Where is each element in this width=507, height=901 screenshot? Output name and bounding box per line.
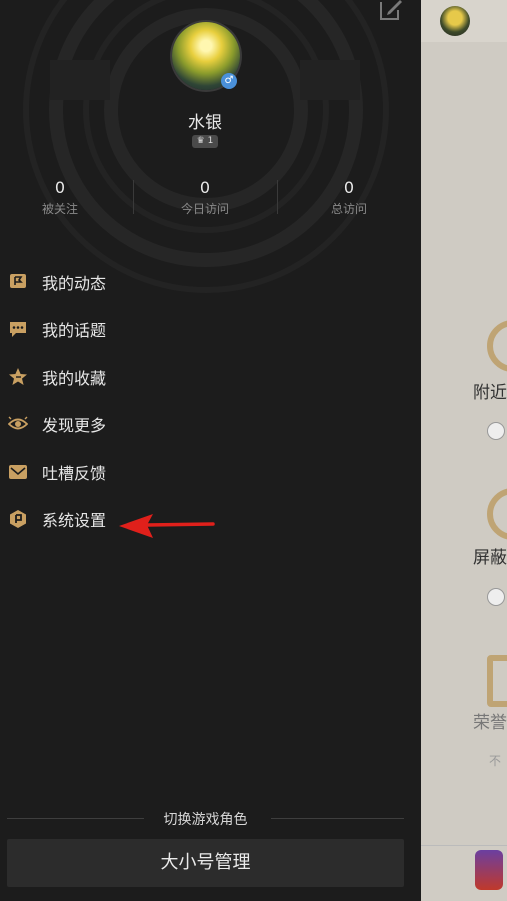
stat-total-visits-value: 0 [343,178,355,197]
background-avatar[interactable] [440,6,470,36]
menu-item-my-posts[interactable]: 我的动态 [0,258,421,306]
red-annotation-arrow-icon [119,514,215,538]
stat-today-visits[interactable]: 0 今日访问 [145,178,265,217]
level-badge: ♛ 1 [192,135,218,148]
stat-divider [133,180,134,214]
menu-label-my-posts: 我的动态 [42,273,107,293]
account-management-button[interactable]: 大小号管理 [7,839,404,887]
gender-male-icon: ♂ [221,73,237,89]
stat-total-visits-label: 总访问 [330,202,367,216]
level-value: 1 [207,136,214,146]
menu-label-feedback: 吐槽反馈 [42,463,107,483]
menu-label-discover-more: 发现更多 [42,416,107,436]
block-icon [487,488,507,540]
menu-label-my-favorites: 我的收藏 [42,368,107,388]
stat-today-visits-value: 0 [199,178,211,197]
mail-icon [9,464,27,479]
image-icon [487,655,507,707]
menu-item-feedback[interactable]: 吐槽反馈 [0,448,421,496]
stat-today-visits-label: 今日访问 [180,202,229,216]
drawer-menu: 我的动态 我的话题 我的收藏 发现更多 吐槽反馈 系统设置 [0,258,421,543]
stat-followers-label: 被关注 [41,202,78,216]
menu-item-my-topics[interactable]: 我的话题 [0,306,421,354]
eye-icon [8,416,28,430]
menu-item-discover-more[interactable]: 发现更多 [0,401,421,449]
mascot-icon[interactable] [475,850,503,890]
background-app-panel: 附近 屏蔽 荣誉 不 [421,0,507,901]
stat-total-visits[interactable]: 0 总访问 [289,178,409,217]
switch-game-role-row[interactable]: 切换游戏角色 [7,808,404,830]
stat-divider [277,180,278,214]
flag-icon [10,273,26,288]
star-icon [9,367,27,385]
bg-label-small: 不 [489,754,502,768]
edit-icon[interactable] [378,0,404,22]
settings-hex-icon [10,510,26,529]
bg-label-nearby: 附近 [473,383,507,403]
nearby-icon [487,320,507,372]
side-drawer: ♂ 水银 ♛ 1 0 被关注 0 今日访问 0 总访问 我的动态 我的话题 我的… [0,0,421,901]
bg-toggle-block[interactable] [487,588,505,606]
username: 水银 [188,113,222,133]
bg-label-honor: 荣誉 [473,713,507,733]
menu-item-my-favorites[interactable]: 我的收藏 [0,353,421,401]
menu-label-my-topics: 我的话题 [42,321,107,341]
chat-bubble-icon [10,322,26,338]
crown-icon: ♛ [196,136,205,146]
stat-followers[interactable]: 0 被关注 [0,178,120,217]
switch-game-role-label: 切换游戏角色 [163,812,248,828]
menu-label-system-settings: 系统设置 [42,511,107,531]
bg-toggle-nearby[interactable] [487,422,505,440]
bg-label-block: 屏蔽 [473,548,507,568]
stat-followers-value: 0 [54,178,66,197]
